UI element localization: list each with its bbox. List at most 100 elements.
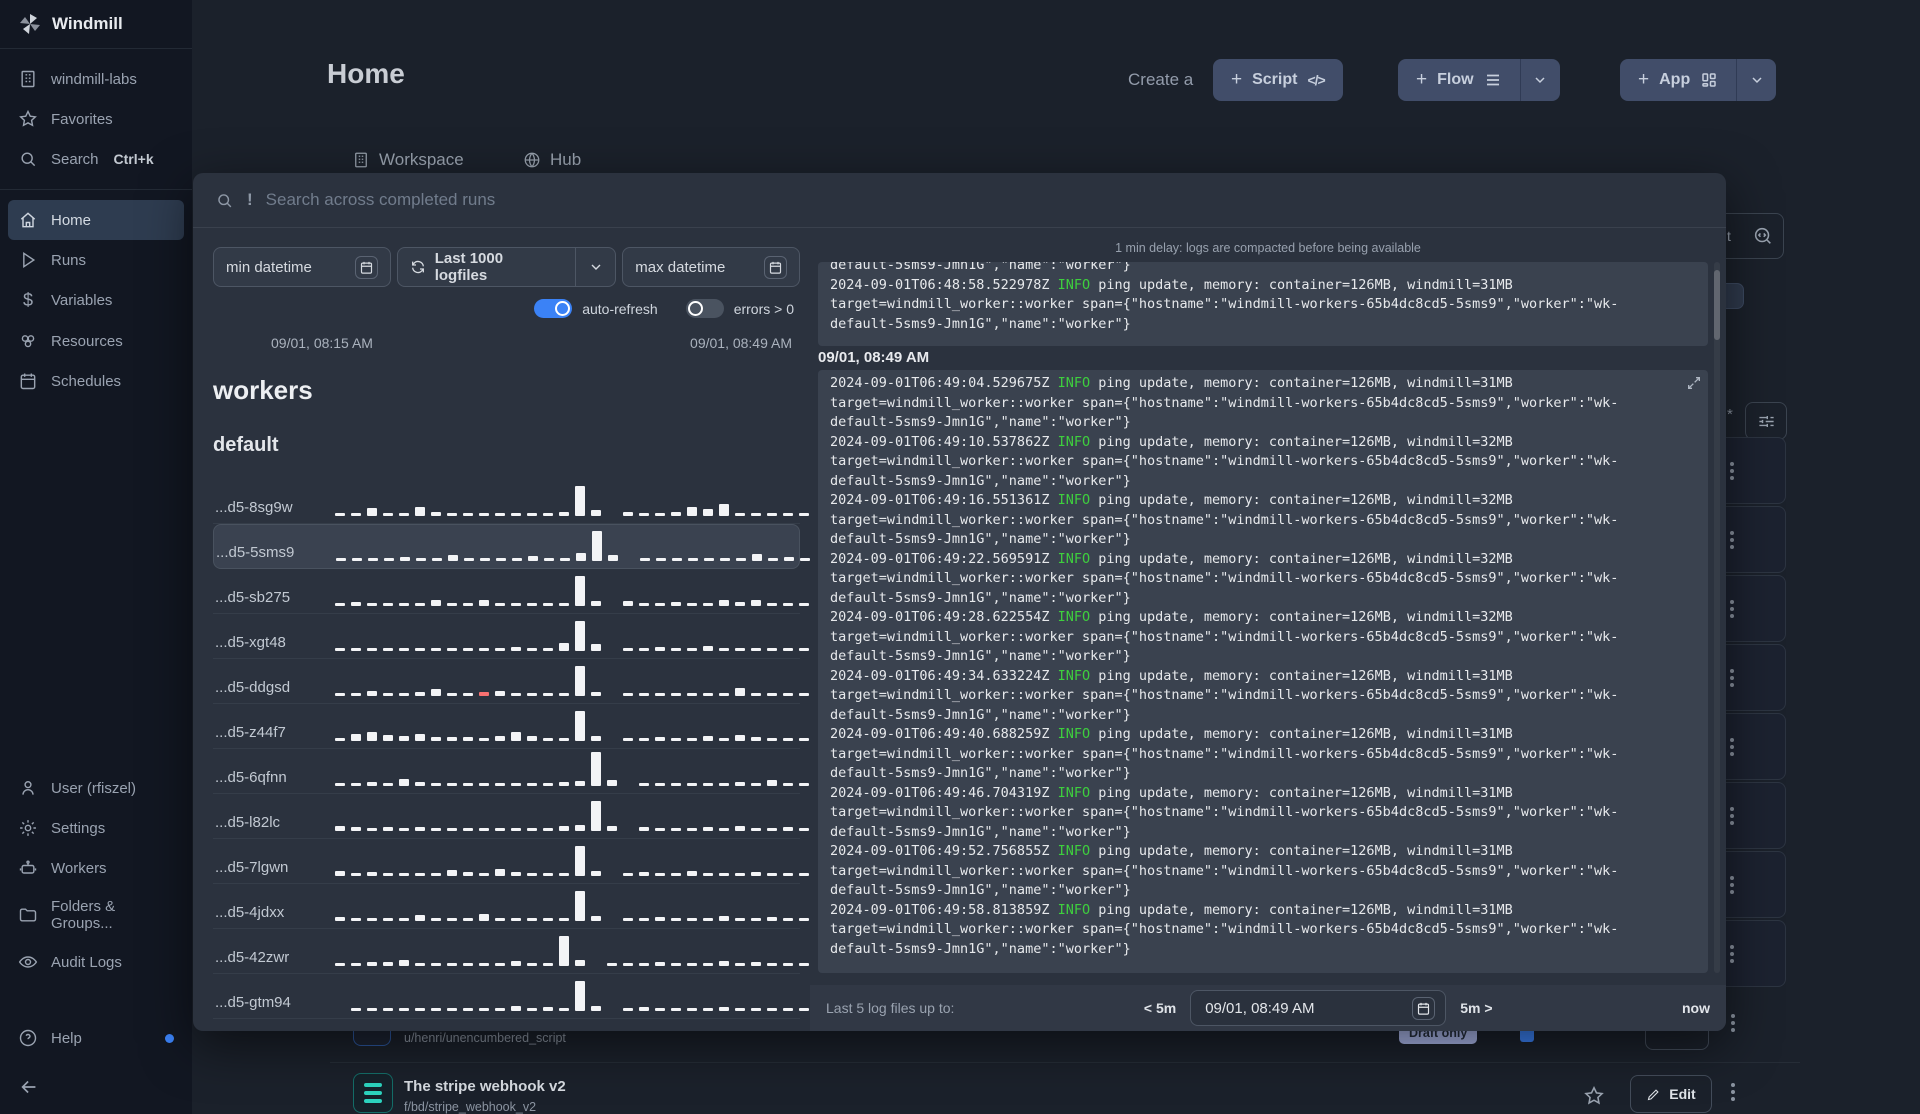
log-block-previous: default-5sms9-Jmn1G","name":"worker"} 202… (818, 262, 1708, 346)
row-menu-button[interactable] (1730, 737, 1734, 756)
now-button[interactable]: now (1682, 1000, 1710, 1016)
worker-row[interactable]: ...d5-5sms9 (213, 524, 810, 569)
max-datetime-button[interactable]: max datetime (622, 247, 800, 287)
row-menu-button[interactable] (1730, 530, 1734, 549)
sidebar-item-workers[interactable]: Workers (8, 848, 184, 888)
sidebar-item-label: Variables (51, 292, 113, 309)
boxes-icon (18, 331, 38, 351)
log-line: default-5sms9-Jmn1G","name":"worker"} (830, 472, 1131, 489)
brand[interactable]: Windmill (0, 0, 192, 49)
logfiles-select[interactable]: Last 1000 logfiles (396, 247, 617, 287)
create-app-button[interactable]: + App (1620, 59, 1777, 101)
row-menu-button[interactable] (1730, 599, 1734, 618)
row-menu-button[interactable] (1730, 668, 1734, 687)
sidebar-item-home[interactable]: Home (8, 200, 184, 240)
row-menu-button[interactable] (1730, 875, 1734, 894)
star-icon (18, 109, 38, 129)
robot-icon (18, 858, 38, 878)
tab-hub[interactable]: Hub (523, 150, 581, 170)
row-menu-button[interactable] (1730, 461, 1734, 480)
folder-icon (18, 905, 38, 925)
min-datetime-button[interactable]: min datetime (213, 247, 391, 287)
create-a-label: Create a (1128, 70, 1194, 89)
screen: Windmill windmill-labs Favorites Search … (0, 0, 1920, 1114)
forward-5m-button[interactable]: 5m > (1460, 1000, 1492, 1016)
flow-item-icon (353, 1073, 393, 1113)
row-menu-button[interactable] (1731, 1083, 1735, 1101)
edit-button[interactable]: Edit (1630, 1075, 1712, 1113)
footer-datetime-input[interactable]: 09/01, 08:49 AM (1190, 990, 1447, 1026)
worker-row[interactable]: ...d5-l82lc (213, 794, 809, 839)
favorite-star-button[interactable] (1583, 1085, 1605, 1107)
item-title: The stripe webhook v2 (404, 1078, 566, 1095)
search-input[interactable] (265, 190, 1704, 210)
range-start: 09/01, 08:15 AM (271, 335, 373, 351)
row-menu-button[interactable] (1731, 1014, 1735, 1032)
code-search-button[interactable]: t (1718, 213, 1784, 259)
app-dropdown-button[interactable] (1736, 59, 1776, 101)
app-button-label: App (1659, 71, 1691, 88)
sidebar-item-help[interactable]: Help (8, 1018, 184, 1058)
auto-refresh-toggle[interactable] (534, 299, 573, 318)
worker-row[interactable]: ...d5-z44f7 (213, 704, 809, 749)
worker-row[interactable]: ...d5-4jdxx (213, 884, 809, 929)
sidebar-item-schedules[interactable]: Schedules (8, 361, 184, 401)
log-line: 2024-09-01T06:49:58.813859Z INFO ping up… (830, 901, 1513, 918)
worker-row[interactable]: ...d5-gtm94 (213, 974, 809, 1019)
create-script-button[interactable]: + Script </> (1213, 59, 1343, 101)
tab-workspace[interactable]: Workspace (352, 150, 464, 170)
log-line: default-5sms9-Jmn1G","name":"worker"} (830, 882, 1131, 898)
page-title: Home (327, 58, 405, 89)
create-flow-button[interactable]: + Flow (1398, 59, 1560, 101)
search-bar[interactable]: ! (193, 173, 1726, 228)
filter-settings-button[interactable] (1745, 402, 1787, 440)
expand-icon[interactable] (1686, 375, 1702, 391)
sidebar-item-settings[interactable]: Settings (8, 808, 184, 848)
sidebar-item-label: Resources (51, 332, 123, 350)
home-icon (18, 210, 38, 230)
sidebar-item-label: Folders & Groups... (51, 898, 116, 932)
sidebar-item-search[interactable]: Search Ctrl+k (8, 139, 184, 179)
flow-dropdown-button[interactable] (1519, 59, 1560, 101)
errors-toggle[interactable] (685, 299, 724, 318)
plus-icon: + (1638, 69, 1650, 90)
worker-row[interactable]: ...d5-sb275 (213, 569, 809, 614)
sidebar-item-label: User (rfiszel) (51, 779, 136, 797)
plus-icon: + (1231, 69, 1243, 90)
footer-datetime-value: 09/01, 08:49 AM (1205, 999, 1315, 1017)
worker-activity-sparkline (335, 883, 809, 921)
back-5m-button[interactable]: < 5m (1144, 1000, 1176, 1016)
log-line: target=windmill_worker::worker span={"ho… (830, 394, 1619, 411)
sidebar-top-group: windmill-labs Favorites Search Ctrl+k (0, 49, 192, 190)
auto-refresh-label: auto-refresh (582, 300, 658, 317)
worker-name: ...d5-6qfnn (215, 769, 287, 786)
log-scrollbar[interactable] (1714, 262, 1720, 973)
worker-activity-sparkline (335, 793, 809, 831)
sidebar-item-audit-logs[interactable]: Audit Logs (8, 942, 184, 982)
log-panel: 1 min delay: logs are compacted before b… (810, 229, 1726, 1031)
row-menu-button[interactable] (1730, 944, 1734, 963)
collapse-sidebar-button[interactable] (0, 1068, 192, 1114)
row-menu-button[interactable] (1730, 806, 1734, 825)
log-line: target=windmill_worker::worker span={"ho… (830, 862, 1619, 879)
worker-row[interactable]: ...d5-ddgsd (213, 659, 809, 704)
worker-row[interactable]: ...d5-42zwr (213, 929, 809, 974)
sidebar-item-folders[interactable]: Folders & Groups... (8, 888, 184, 942)
brand-title: Windmill (52, 14, 123, 33)
sidebar-item-variables[interactable]: $ Variables (8, 280, 184, 321)
building-icon (18, 69, 38, 89)
worker-row[interactable]: ...d5-6qfnn (213, 749, 809, 794)
sidebar-item-runs[interactable]: Runs (8, 240, 184, 280)
logfiles-dropdown[interactable] (575, 248, 615, 286)
arrow-left-icon (18, 1076, 174, 1098)
windmill-logo-icon (18, 12, 42, 36)
sidebar-item-favorites[interactable]: Favorites (8, 99, 184, 139)
sidebar-item-label: Favorites (51, 110, 113, 128)
sidebar-item-resources[interactable]: Resources (8, 321, 184, 361)
sidebar-item-user[interactable]: User (rfiszel) (8, 768, 184, 808)
worker-row[interactable]: ...d5-7lgwn (213, 839, 809, 884)
worker-row[interactable]: ...d5-xgt48 (213, 614, 809, 659)
worker-row[interactable]: ...d5-8sg9w (213, 479, 809, 524)
search-icon (215, 191, 234, 210)
sidebar-item-workspace[interactable]: windmill-labs (8, 59, 184, 99)
